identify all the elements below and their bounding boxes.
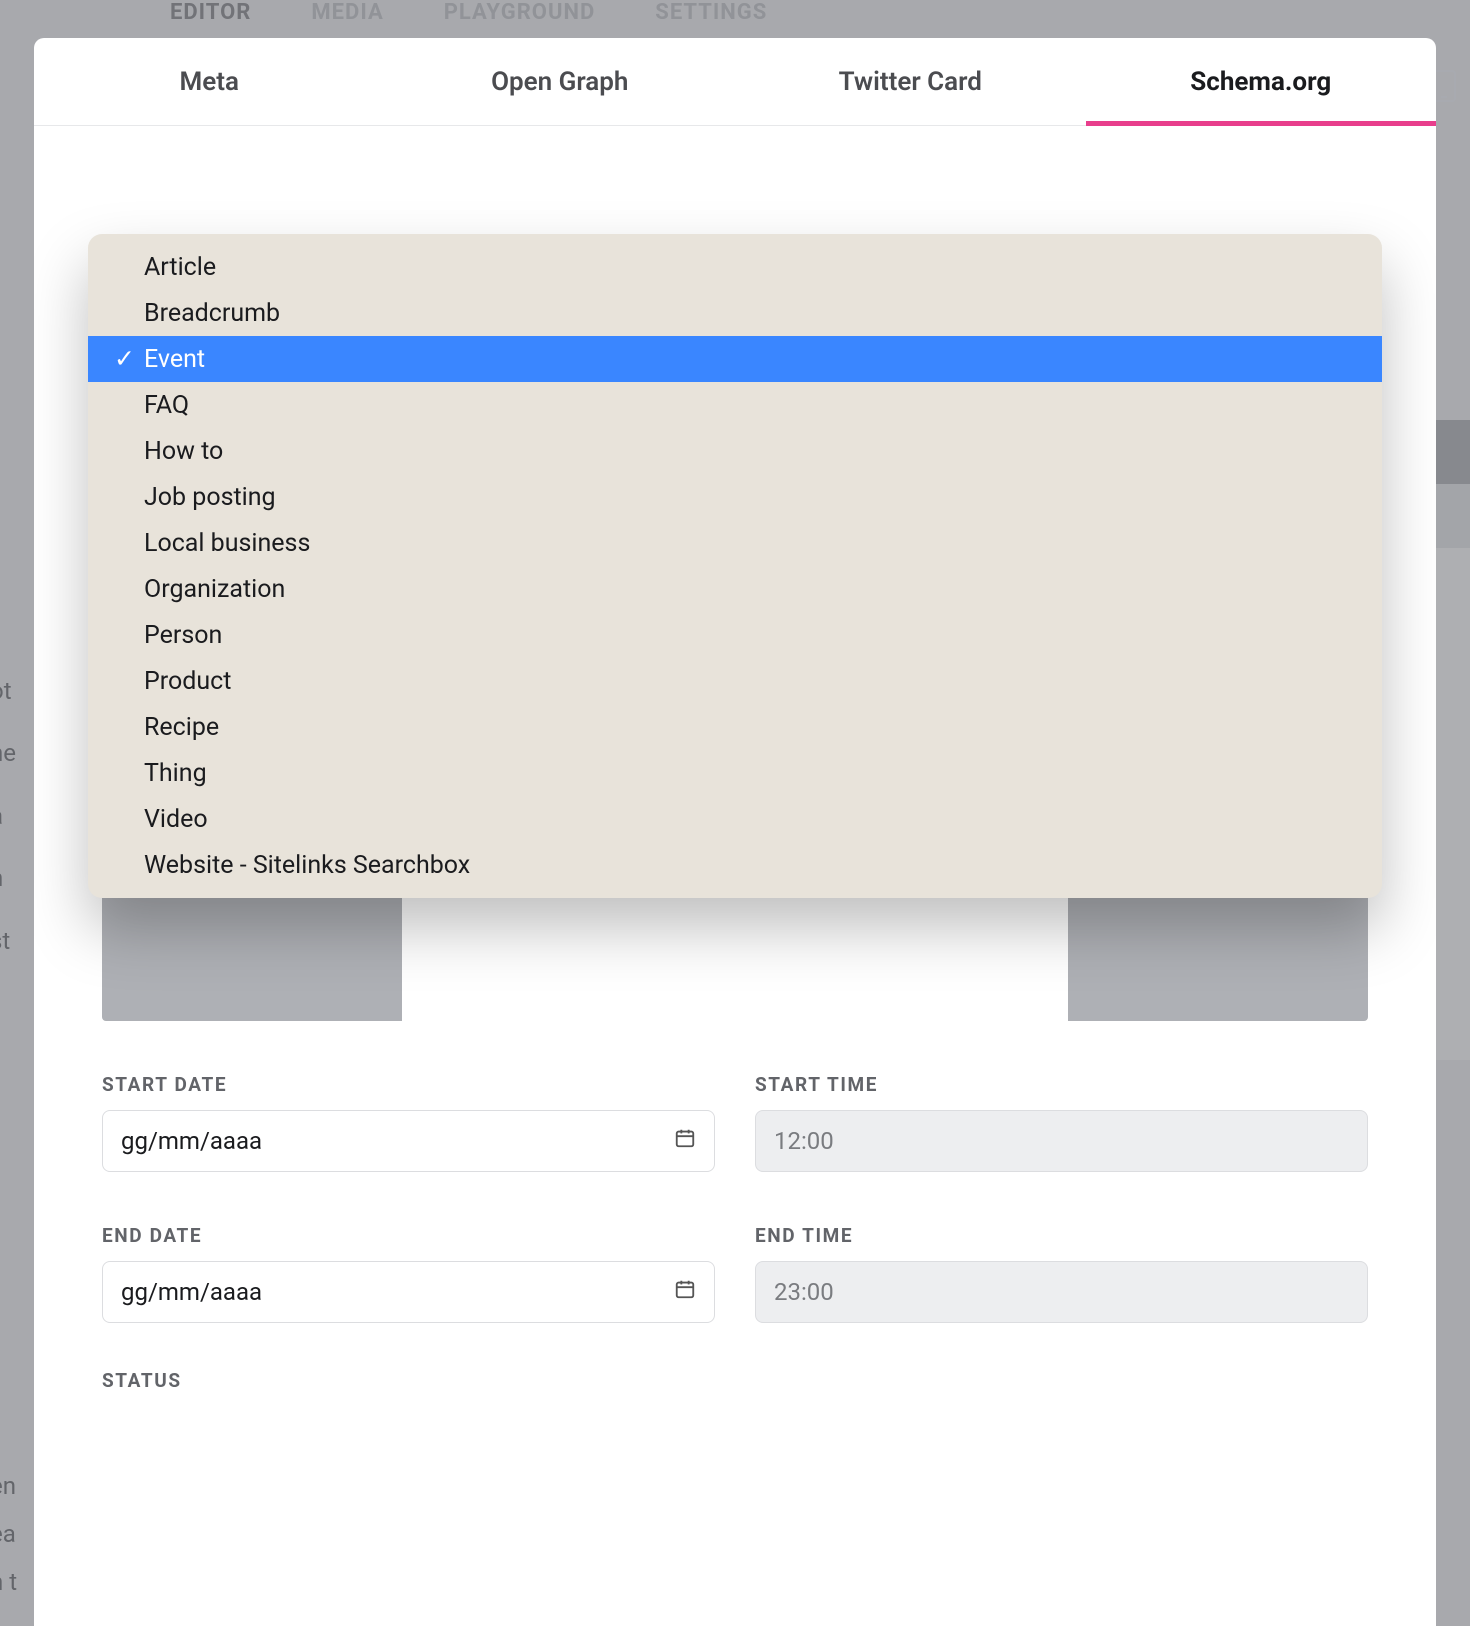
dropdown-item-website-searchbox[interactable]: Website - Sitelinks Searchbox	[88, 842, 1382, 888]
dropdown-item-video[interactable]: Video	[88, 796, 1382, 842]
end-date-input[interactable]: gg/mm/aaaa	[102, 1261, 715, 1323]
dropdown-item-label: Product	[144, 667, 231, 696]
start-row: START DATE gg/mm/aaaa START TIME 12:00	[102, 1073, 1368, 1172]
dropdown-item-label: How to	[144, 437, 223, 466]
end-time-input[interactable]: 23:00	[755, 1261, 1368, 1323]
dropdown-item-label: Recipe	[144, 713, 219, 742]
modal-body: Article Breadcrumb ✓ Event FAQ How to Jo…	[34, 126, 1436, 1626]
start-date-field: START DATE gg/mm/aaaa	[102, 1073, 715, 1172]
dropdown-item-label: Breadcrumb	[144, 299, 280, 328]
dropdown-item-recipe[interactable]: Recipe	[88, 704, 1382, 750]
dropdown-item-label: Person	[144, 621, 222, 650]
dropdown-item-label: Thing	[144, 759, 207, 788]
dropdown-item-label: Job posting	[144, 483, 276, 512]
end-time-value: 23:00	[774, 1278, 834, 1306]
dropdown-item-label: FAQ	[144, 391, 189, 420]
seo-modal: Meta Open Graph Twitter Card Schema.org …	[34, 38, 1436, 1626]
dropdown-item-event[interactable]: ✓ Event	[88, 336, 1382, 382]
check-icon: ✓	[114, 344, 140, 374]
tab-meta[interactable]: Meta	[34, 38, 385, 125]
dropdown-item-article[interactable]: Article	[88, 244, 1382, 290]
dropdown-item-job-posting[interactable]: Job posting	[88, 474, 1382, 520]
tab-schema-org[interactable]: Schema.org	[1086, 38, 1437, 125]
end-date-value: gg/mm/aaaa	[121, 1278, 262, 1306]
tab-twitter-card[interactable]: Twitter Card	[735, 38, 1086, 125]
end-time-field: END TIME 23:00	[755, 1224, 1368, 1323]
dropdown-item-person[interactable]: Person	[88, 612, 1382, 658]
start-date-value: gg/mm/aaaa	[121, 1127, 262, 1155]
calendar-icon[interactable]	[674, 1278, 696, 1306]
dropdown-item-breadcrumb[interactable]: Breadcrumb	[88, 290, 1382, 336]
dropdown-item-product[interactable]: Product	[88, 658, 1382, 704]
dropdown-item-label: Event	[144, 345, 205, 374]
status-label: STATUS	[102, 1369, 1368, 1392]
start-date-input[interactable]: gg/mm/aaaa	[102, 1110, 715, 1172]
dropdown-item-organization[interactable]: Organization	[88, 566, 1382, 612]
dropdown-item-thing[interactable]: Thing	[88, 750, 1382, 796]
schema-type-dropdown: Article Breadcrumb ✓ Event FAQ How to Jo…	[88, 234, 1382, 898]
end-time-label: END TIME	[755, 1224, 1368, 1247]
end-date-label: END DATE	[102, 1224, 715, 1247]
start-time-input[interactable]: 12:00	[755, 1110, 1368, 1172]
dropdown-item-label: Organization	[144, 575, 285, 604]
dropdown-item-label: Video	[144, 805, 208, 834]
end-date-field: END DATE gg/mm/aaaa	[102, 1224, 715, 1323]
calendar-icon[interactable]	[674, 1127, 696, 1155]
start-time-value: 12:00	[774, 1127, 834, 1155]
start-date-label: START DATE	[102, 1073, 715, 1096]
dropdown-item-label: Local business	[144, 529, 310, 558]
tab-open-graph[interactable]: Open Graph	[385, 38, 736, 125]
dropdown-item-howto[interactable]: How to	[88, 428, 1382, 474]
modal-tabs: Meta Open Graph Twitter Card Schema.org	[34, 38, 1436, 126]
start-time-label: START TIME	[755, 1073, 1368, 1096]
dropdown-item-faq[interactable]: FAQ	[88, 382, 1382, 428]
dropdown-item-label: Article	[144, 253, 216, 282]
dropdown-item-local-business[interactable]: Local business	[88, 520, 1382, 566]
dropdown-item-label: Website - Sitelinks Searchbox	[144, 851, 470, 880]
status-field: STATUS	[102, 1369, 1368, 1392]
end-row: END DATE gg/mm/aaaa END TIME 23:00	[102, 1224, 1368, 1323]
start-time-field: START TIME 12:00	[755, 1073, 1368, 1172]
